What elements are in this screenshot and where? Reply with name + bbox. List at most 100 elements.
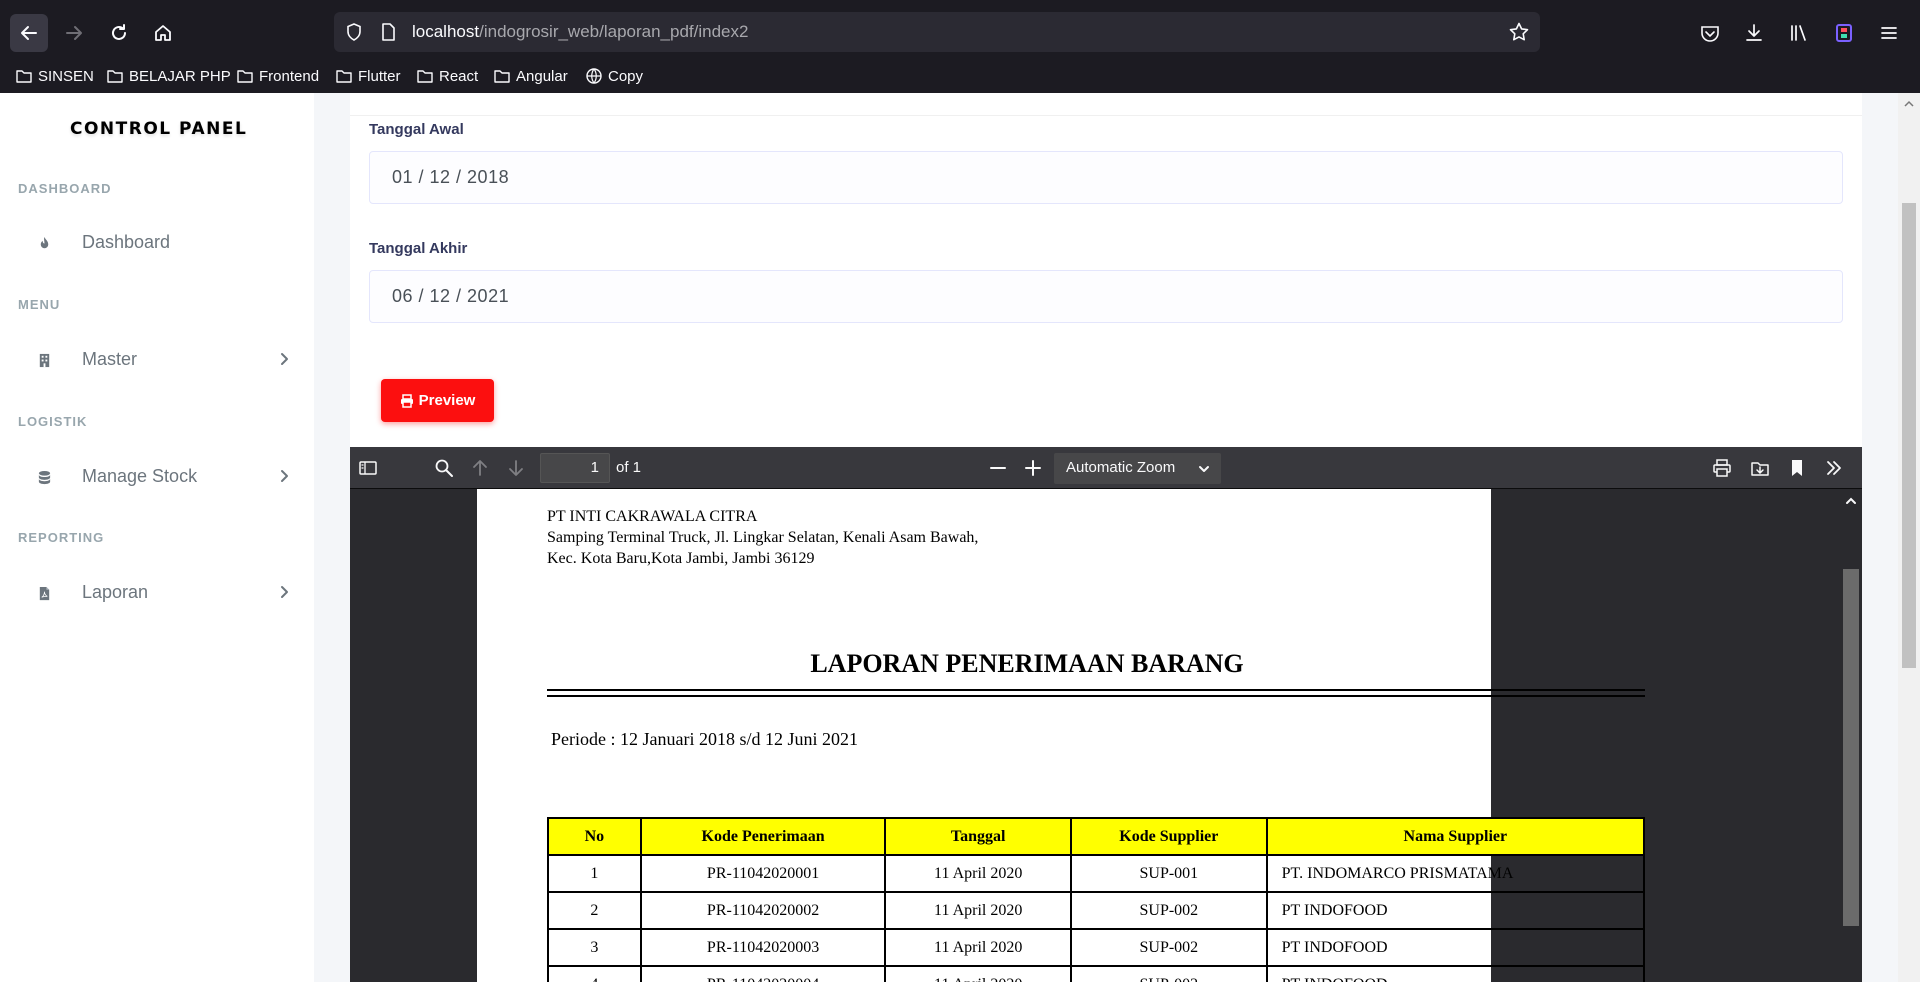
library-button[interactable] [1786, 20, 1812, 46]
cell-nama-supplier: PT INDOFOOD [1265, 928, 1646, 967]
url-host: localhost [412, 22, 480, 41]
plus-icon [1025, 460, 1041, 476]
chevron-up-icon[interactable] [1845, 495, 1857, 507]
chevron-up-icon[interactable] [1904, 99, 1914, 109]
pocket-button[interactable] [1697, 20, 1723, 46]
arrow-up-icon [473, 460, 487, 476]
page-number-input[interactable]: 1 [540, 453, 610, 483]
pdf-scrollbar-thumb[interactable] [1843, 569, 1859, 926]
bookmark-copy[interactable]: Copy [585, 64, 643, 88]
sidebar-item-laporan[interactable]: Laporan [18, 571, 298, 615]
home-button[interactable] [144, 14, 182, 52]
preview-button[interactable]: Preview [381, 379, 494, 422]
arrow-right-icon [66, 26, 82, 40]
downloads-button[interactable] [1741, 20, 1767, 46]
company-name: PT INTI CAKRAWALA CITRA [547, 508, 758, 525]
save-button[interactable] [1748, 456, 1772, 480]
tools-button[interactable] [1822, 456, 1846, 480]
sidebar-toggle-button[interactable] [356, 456, 380, 480]
minus-icon [990, 467, 1006, 469]
pdf-scrollbar[interactable] [1840, 489, 1862, 982]
folder-icon [237, 70, 253, 83]
bookmark-label: Angular [516, 67, 568, 85]
bookmark-flutter[interactable]: Flutter [335, 64, 401, 88]
title-divider [547, 689, 1645, 697]
print-button[interactable] [1710, 456, 1734, 480]
sidebar-toggle-icon [359, 461, 377, 475]
menu-header-logistik: LOGISTIK [18, 414, 88, 429]
sidebar-brand[interactable]: CONTROL PANEL [70, 119, 247, 139]
cell-nama-supplier: PT INDOFOOD [1265, 965, 1646, 982]
column-header-kode-supplier: Kode Supplier [1070, 817, 1268, 856]
page-scrollbar-thumb[interactable] [1902, 203, 1916, 668]
double-chevron-right-icon [1827, 461, 1841, 475]
address-bar[interactable]: localhost/indogrosir_web/laporan_pdf/ind… [334, 12, 1540, 52]
page-scrollbar[interactable] [1898, 93, 1920, 982]
bookmark-belajar-php[interactable]: BELAJAR PHP [106, 64, 231, 88]
bookmark-label: BELAJAR PHP [129, 67, 231, 85]
cell-tanggal: 11 April 2020 [884, 891, 1073, 930]
cell-kode-supplier: SUP-002 [1070, 965, 1268, 982]
bookmark-label: Copy [608, 67, 644, 85]
sidebar-item-dashboard[interactable]: Dashboard [18, 221, 298, 265]
navigation-toolbar: localhost/indogrosir_web/laporan_pdf/ind… [0, 8, 1920, 58]
cell-kode-penerimaan: PR-11042020002 [639, 891, 887, 930]
sidebar-item-label: Laporan [82, 582, 149, 602]
sidebar-item-master[interactable]: Master [18, 338, 298, 382]
print-icon [400, 393, 413, 408]
pdf-page: PT INTI CAKRAWALA CITRA Samping Terminal… [477, 489, 1646, 982]
page-icon[interactable] [378, 22, 398, 42]
zoom-select[interactable]: Automatic Zoom [1054, 453, 1221, 484]
card-divider [350, 115, 1862, 116]
cell-kode-supplier: SUP-002 [1070, 928, 1268, 967]
pocket-icon [1701, 26, 1719, 42]
sidebar-item-manage-stock[interactable]: Manage Stock [18, 455, 298, 499]
report-period: Periode : 12 Januari 2018 s/d 12 Juni 20… [551, 729, 858, 749]
extension-button[interactable] [1831, 20, 1857, 46]
extension-icon [1836, 24, 1852, 42]
end-date-field[interactable]: 06 / 12 / 2021 [369, 270, 1843, 323]
bookmark-button[interactable] [1785, 456, 1809, 480]
bookmark-label: SINSEN [38, 67, 94, 85]
zoom-out-button[interactable] [986, 456, 1010, 480]
forward-button[interactable] [55, 14, 93, 52]
menu-button[interactable] [1876, 20, 1902, 46]
chevron-right-icon [281, 586, 288, 598]
start-date-value: 01 / 12 / 2018 [392, 167, 510, 187]
fire-icon [34, 233, 54, 253]
table-row: 2 PR-11042020002 11 April 2020 SUP-002 P… [547, 891, 1646, 930]
bookmark-label: Flutter [358, 67, 401, 85]
chevron-right-icon [281, 353, 288, 365]
star-icon[interactable] [1508, 21, 1530, 43]
bookmark-angular[interactable]: Angular [493, 64, 568, 88]
search-icon [435, 459, 453, 477]
bookmark-frontend[interactable]: Frontend [236, 64, 319, 88]
table-header-row: No Kode Penerimaan Tanggal Kode Supplier… [547, 817, 1646, 856]
report-filter-card: Tanggal Awal 01 / 12 / 2018 Tanggal Akhi… [350, 93, 1862, 447]
reload-button[interactable] [100, 14, 138, 52]
cell-no: 4 [547, 965, 642, 982]
start-date-field[interactable]: 01 / 12 / 2018 [369, 151, 1843, 204]
next-page-button[interactable] [504, 456, 528, 480]
bookmark-react[interactable]: React [416, 64, 478, 88]
sidebar-item-label: Dashboard [82, 232, 171, 252]
zoom-in-button[interactable] [1021, 456, 1045, 480]
table-row: 1 PR-11042020001 11 April 2020 SUP-001 P… [547, 854, 1646, 893]
bookmarks-toolbar: SINSEN BELAJAR PHP Frontend Flutter Reac… [0, 62, 1920, 90]
find-button[interactable] [432, 456, 456, 480]
previous-page-button[interactable] [468, 456, 492, 480]
company-address-line2: Kec. Kota Baru,Kota Jambi, Jambi 36129 [547, 550, 815, 567]
bookmark-sinsen[interactable]: SINSEN [15, 64, 94, 88]
url-text[interactable]: localhost/indogrosir_web/laporan_pdf/ind… [412, 22, 748, 42]
download-icon [1746, 24, 1762, 41]
sidebar: CONTROL PANEL DASHBOARD Dashboard MENU M… [0, 93, 314, 982]
folder-icon [336, 70, 352, 83]
report-table: No Kode Penerimaan Tanggal Kode Supplier… [547, 817, 1646, 982]
company-header: PT INTI CAKRAWALA CITRA Samping Terminal… [547, 506, 978, 569]
cell-no: 1 [547, 854, 642, 893]
cell-kode-penerimaan: PR-11042020004 [639, 965, 887, 982]
shield-icon[interactable] [344, 22, 364, 42]
company-address-line1: Samping Terminal Truck, Jl. Lingkar Sela… [547, 529, 979, 546]
back-button[interactable] [10, 14, 48, 52]
column-header-kode-penerimaan: Kode Penerimaan [639, 817, 887, 856]
